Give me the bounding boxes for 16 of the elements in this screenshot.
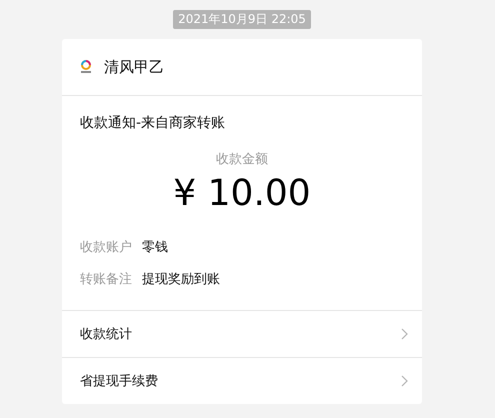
notification-title: 收款通知-来自商家转账	[80, 114, 226, 132]
detail-label: 收款账户	[80, 239, 132, 256]
amount-value: ¥ 10.00	[173, 172, 311, 216]
link-row[interactable]: 省提现手续费	[62, 357, 422, 404]
chevron-right-icon	[401, 328, 408, 340]
detail-label: 转账备注	[80, 271, 132, 288]
detail-value: 零钱	[142, 239, 168, 256]
logo-icon	[80, 60, 92, 74]
timestamp: 2021年10月9日 22:05	[173, 10, 311, 29]
link-row[interactable]: 收款统计	[62, 311, 422, 357]
link-label: 收款统计	[80, 326, 132, 343]
link-label: 省提现手续费	[80, 373, 158, 390]
amount-label: 收款金额	[216, 151, 268, 168]
sender-name: 清风甲乙	[104, 58, 164, 76]
chevron-right-icon	[401, 375, 408, 387]
detail-value: 提现奖励到账	[142, 271, 220, 288]
